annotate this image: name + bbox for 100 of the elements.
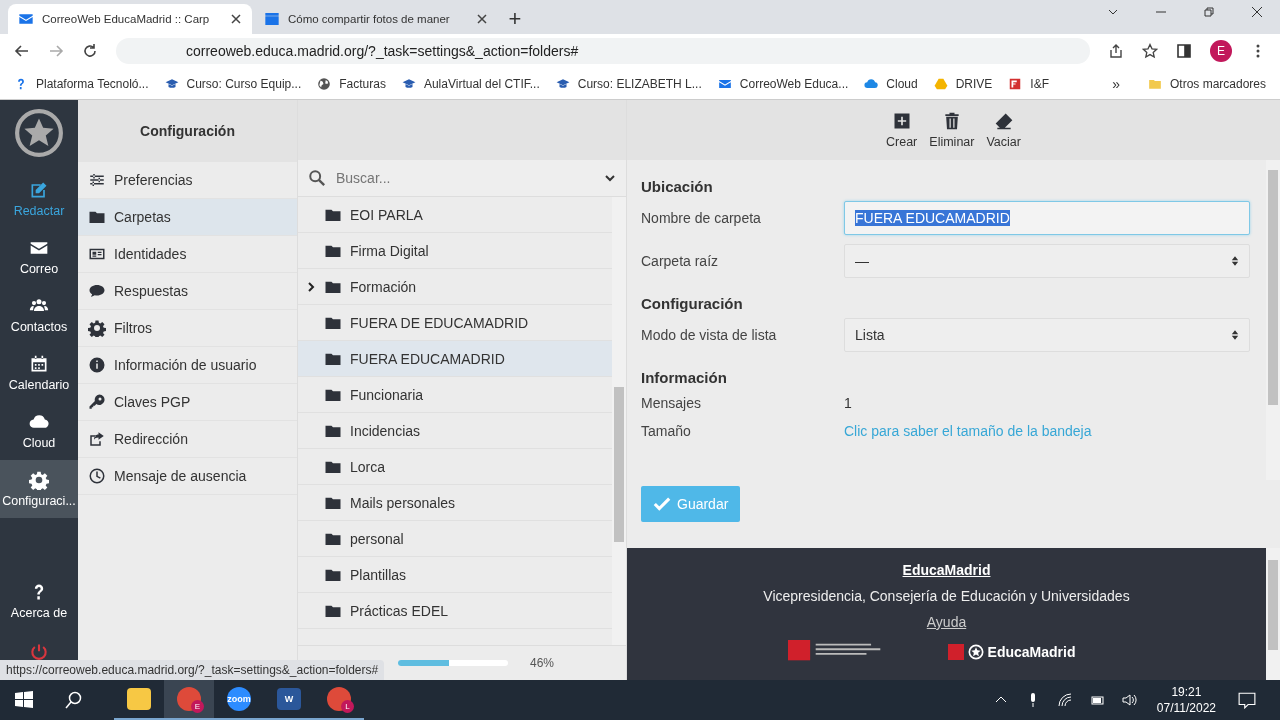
more-bookmarks-button[interactable]: »	[1106, 74, 1126, 93]
share-icon[interactable]	[1108, 43, 1124, 59]
search-field[interactable]: Buscar...	[334, 169, 596, 187]
settings-item[interactable]: Redirección	[78, 421, 297, 458]
footer-title-link[interactable]: EducaMadrid	[902, 562, 991, 578]
windows-start-icon[interactable]	[14, 690, 34, 710]
folder-item[interactable]: Firma Digital	[298, 233, 612, 269]
checkmark-icon	[653, 495, 671, 513]
taskbar-app[interactable]: W	[264, 680, 314, 720]
select-field[interactable]: —	[844, 244, 1250, 278]
toolbar-button[interactable]: Eliminar	[925, 100, 979, 160]
star-icon[interactable]	[1142, 43, 1158, 59]
folder-item[interactable]: Mails personales	[298, 485, 612, 521]
browser-tab[interactable]: Cómo compartir fotos de maner	[254, 4, 498, 34]
taskbar-app[interactable]: L	[314, 680, 364, 720]
star-logo-icon	[14, 108, 64, 158]
settings-item[interactable]: Identidades	[78, 236, 297, 273]
search-icon	[308, 169, 326, 187]
nav-item[interactable]: Correo	[0, 228, 78, 286]
folder-item[interactable]: Prácticas EDEL	[298, 593, 612, 629]
folder-item[interactable]: Incidencias	[298, 413, 612, 449]
sort-arrows-icon	[1231, 255, 1239, 267]
calendar-icon	[29, 354, 49, 374]
settings-item[interactable]: Claves PGP	[78, 384, 297, 421]
close-icon[interactable]	[476, 13, 488, 25]
folder-item[interactable]: personal	[298, 521, 612, 557]
back-arrow-icon[interactable]	[14, 43, 30, 59]
bookmark-link[interactable]: CorreoWeb Educa...	[711, 76, 855, 91]
nav-item[interactable]: Contactos	[0, 286, 78, 344]
bookmark-link[interactable]: DRIVE	[927, 76, 999, 91]
scrollbar[interactable]	[612, 197, 626, 645]
close-icon[interactable]	[230, 13, 242, 25]
folder-item[interactable]: Funcionaria	[298, 377, 612, 413]
toolbar-button[interactable]: Vaciar	[982, 100, 1025, 160]
scrollbar[interactable]	[1266, 548, 1280, 680]
side-panel-icon[interactable]	[1176, 43, 1192, 59]
eraser-icon	[993, 111, 1014, 131]
globe-icon	[317, 76, 332, 91]
folder-item[interactable]: Formación	[298, 269, 612, 305]
nav-item[interactable]: Cloud	[0, 402, 78, 460]
sliders-icon	[88, 171, 106, 189]
star-logo-icon	[967, 644, 984, 660]
settings-item[interactable]: Carpetas	[78, 199, 297, 236]
bookmark-link[interactable]: Cloud	[858, 76, 924, 91]
settings-title: Configuración	[78, 100, 297, 162]
scrollbar[interactable]	[1266, 160, 1280, 480]
select-field[interactable]: Lista	[844, 318, 1250, 352]
section-heading: Configuración	[641, 295, 744, 312]
reload-icon[interactable]	[82, 43, 98, 59]
toolbar-button[interactable]: Crear	[882, 100, 922, 160]
folder-item[interactable]: FUERA EDUCAMADRID	[298, 341, 612, 377]
search-icon[interactable]	[64, 690, 84, 710]
help-link[interactable]: Ayuda	[926, 614, 967, 630]
bookmark-link[interactable]: Plataforma Tecnoló...	[8, 76, 155, 91]
nav-item[interactable]: Acerca de	[0, 572, 78, 630]
chevron-down-icon[interactable]	[604, 172, 616, 184]
field-label: Carpeta raíz	[641, 253, 720, 269]
power-icon[interactable]	[29, 642, 49, 662]
close-icon[interactable]	[1251, 6, 1263, 18]
envelope-icon	[18, 11, 34, 27]
folder-item[interactable]: Plantillas	[298, 557, 612, 593]
folder-item[interactable]: EOI PARLA	[298, 197, 612, 233]
system-clock[interactable]: 19:21 07/11/2022	[1156, 684, 1216, 716]
educamadrid-logo-text: EducaMadrid	[987, 644, 1076, 660]
new-tab-button[interactable]: +	[500, 4, 530, 34]
other-bookmarks-link[interactable]: Otros marcadores	[1141, 76, 1272, 91]
folder-name-field[interactable]: FUERA EDUCAMADRID	[844, 201, 1250, 235]
nav-item[interactable]: Calendario	[0, 344, 78, 402]
folder-item[interactable]: Lorca	[298, 449, 612, 485]
bookmark-link[interactable]: Facturas	[311, 76, 392, 91]
browser-tab[interactable]: CorreoWeb EducaMadrid :: Carp	[8, 4, 252, 34]
taskbar-app[interactable]: E	[164, 680, 214, 720]
settings-item[interactable]: Respuestas	[78, 273, 297, 310]
info-icon	[88, 356, 106, 374]
bookmark-link[interactable]: I&F	[1002, 76, 1055, 91]
address-bar[interactable]: correoweb.educa.madrid.org/?_task=settings&_action=folders#	[116, 38, 1090, 64]
speaker-icon[interactable]	[1120, 692, 1137, 708]
notification-icon[interactable]	[1238, 691, 1256, 709]
field-label: Tamaño	[641, 423, 692, 439]
wifi-icon[interactable]	[1056, 692, 1073, 708]
restore-icon[interactable]	[1203, 6, 1215, 18]
settings-icon	[88, 319, 106, 337]
key-icon	[88, 393, 106, 411]
cloud-icon	[864, 76, 879, 91]
profile-avatar[interactable]: E	[1210, 40, 1232, 62]
field-label: Nombre de carpeta	[641, 210, 762, 226]
bookmark-link[interactable]: Curso: ELIZABETH L...	[549, 76, 708, 91]
settings-item[interactable]: Mensaje de ausencia	[78, 458, 297, 495]
nav-item[interactable]: Redactar	[0, 170, 78, 228]
settings-item[interactable]: Filtros	[78, 310, 297, 347]
section-heading: Ubicación	[641, 178, 714, 195]
clock-icon	[88, 467, 106, 485]
flag-icon	[947, 644, 964, 660]
settings-item[interactable]: Información de usuario	[78, 347, 297, 384]
bookmark-link[interactable]: AulaVirtual del CTIF...	[395, 76, 546, 91]
quota-percentage: 46%	[529, 656, 554, 670]
compose-icon	[29, 180, 49, 200]
bookmark-link[interactable]: Curso: Curso Equip...	[158, 76, 308, 91]
sort-arrows-icon	[1231, 329, 1239, 341]
nav-item[interactable]: Configuraci...	[0, 460, 78, 518]
